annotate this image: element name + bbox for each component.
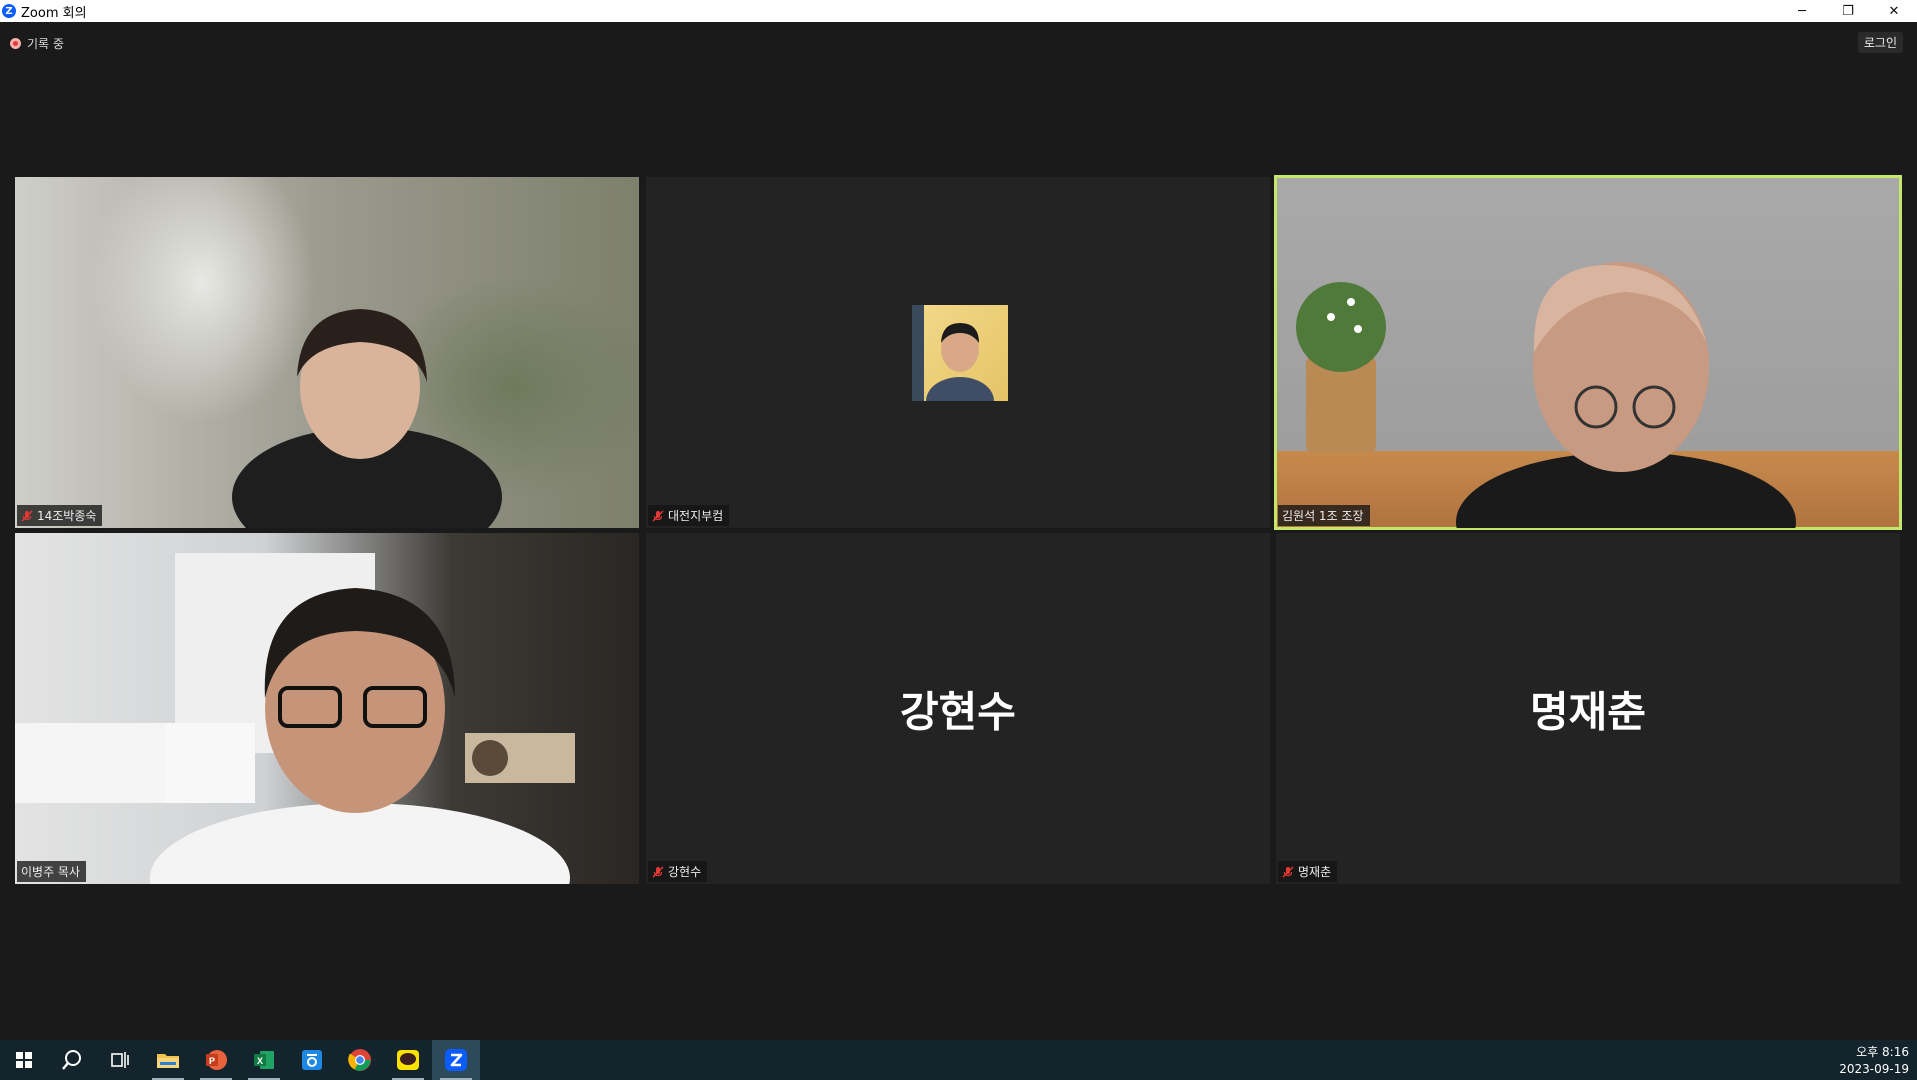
taskbar-zoom[interactable]	[432, 1040, 480, 1080]
profile-photo	[912, 305, 1008, 401]
clock-date: 2023-09-19	[1839, 1062, 1909, 1076]
muted-mic-icon	[21, 510, 33, 521]
profile-avatar-image	[912, 305, 994, 401]
taskbar-excel[interactable]: X	[240, 1040, 288, 1080]
start-button[interactable]	[0, 1040, 48, 1080]
excel-icon: X	[254, 1051, 274, 1069]
svg-text:P: P	[209, 1056, 215, 1066]
login-button[interactable]: 로그인	[1857, 32, 1903, 53]
kakaotalk-icon	[397, 1050, 419, 1070]
participant-name: 대전지부컴	[668, 509, 724, 523]
participant-name: 강현수	[668, 865, 702, 879]
taskbar-hancom[interactable]	[288, 1040, 336, 1080]
video-tile[interactable]: 이병주 목사	[15, 533, 639, 884]
window-title: Zoom 회의	[21, 5, 87, 21]
muted-mic-icon	[652, 510, 664, 521]
participant-video	[15, 553, 575, 884]
chrome-icon	[348, 1049, 371, 1071]
video-tile[interactable]: 강현수 강현수	[646, 533, 1270, 884]
task-view-button[interactable]	[96, 1040, 144, 1080]
participant-name: 김원석 1조 조장	[1282, 509, 1364, 523]
muted-mic-icon	[1282, 866, 1294, 877]
recording-indicator[interactable]: 기록 중	[10, 35, 64, 52]
close-button[interactable]: ✕	[1871, 0, 1917, 22]
svg-text:X: X	[257, 1056, 263, 1066]
powerpoint-icon: P	[206, 1050, 227, 1070]
participant-name-tag: 강현수	[648, 861, 708, 882]
search-button[interactable]	[48, 1040, 96, 1080]
participant-name-tag: 김원석 1조 조장	[1278, 505, 1370, 526]
minimize-button[interactable]: ─	[1779, 0, 1825, 22]
window-controls: ─ ❐ ✕	[1779, 0, 1917, 22]
participant-name-placeholder: 강현수	[900, 687, 1016, 736]
window-title-bar[interactable]: Z Zoom 회의 ─ ❐ ✕	[0, 0, 1917, 22]
participant-video	[1296, 262, 1796, 528]
zoom-icon	[445, 1049, 467, 1071]
windows-taskbar: P X 오후 8:16 2023-09-19	[0, 1040, 1917, 1080]
muted-mic-icon	[652, 866, 664, 877]
video-tile-active-speaker[interactable]: 김원석 1조 조장	[1274, 175, 1902, 530]
participant-name-tag: 명재춘	[1278, 861, 1338, 882]
participant-name: 명재춘	[1298, 865, 1332, 879]
participant-name: 14조박종숙	[37, 509, 97, 523]
participant-name: 이병주 목사	[21, 865, 81, 879]
start-icon	[16, 1052, 32, 1068]
hancom-icon	[302, 1050, 322, 1070]
participant-name-placeholder: 명재춘	[1530, 687, 1646, 736]
taskbar-kakaotalk[interactable]	[384, 1040, 432, 1080]
recording-dot-icon	[10, 38, 21, 49]
participant-name-tag: 이병주 목사	[17, 861, 87, 882]
search-icon	[62, 1050, 81, 1070]
video-tile[interactable]: 명재춘 명재춘	[1276, 533, 1900, 884]
video-tile[interactable]: 대전지부컴	[646, 177, 1270, 528]
participant-video	[232, 309, 502, 528]
task-view-icon	[111, 1052, 129, 1068]
system-clock[interactable]: 오후 8:16 2023-09-19	[1839, 1044, 1909, 1078]
taskbar-powerpoint[interactable]: P	[192, 1040, 240, 1080]
participant-name-tag: 14조박종숙	[17, 505, 103, 526]
recording-label: 기록 중	[27, 37, 64, 51]
zoom-app-icon: Z	[2, 4, 16, 18]
file-explorer-icon	[157, 1054, 179, 1068]
video-tile[interactable]: 14조박종숙	[15, 177, 639, 528]
clock-time: 오후 8:16	[1856, 1045, 1909, 1059]
participant-name-tag: 대전지부컴	[648, 505, 730, 526]
taskbar-chrome[interactable]	[336, 1040, 384, 1080]
restore-button[interactable]: ❐	[1825, 0, 1871, 22]
taskbar-file-explorer[interactable]	[144, 1040, 192, 1080]
